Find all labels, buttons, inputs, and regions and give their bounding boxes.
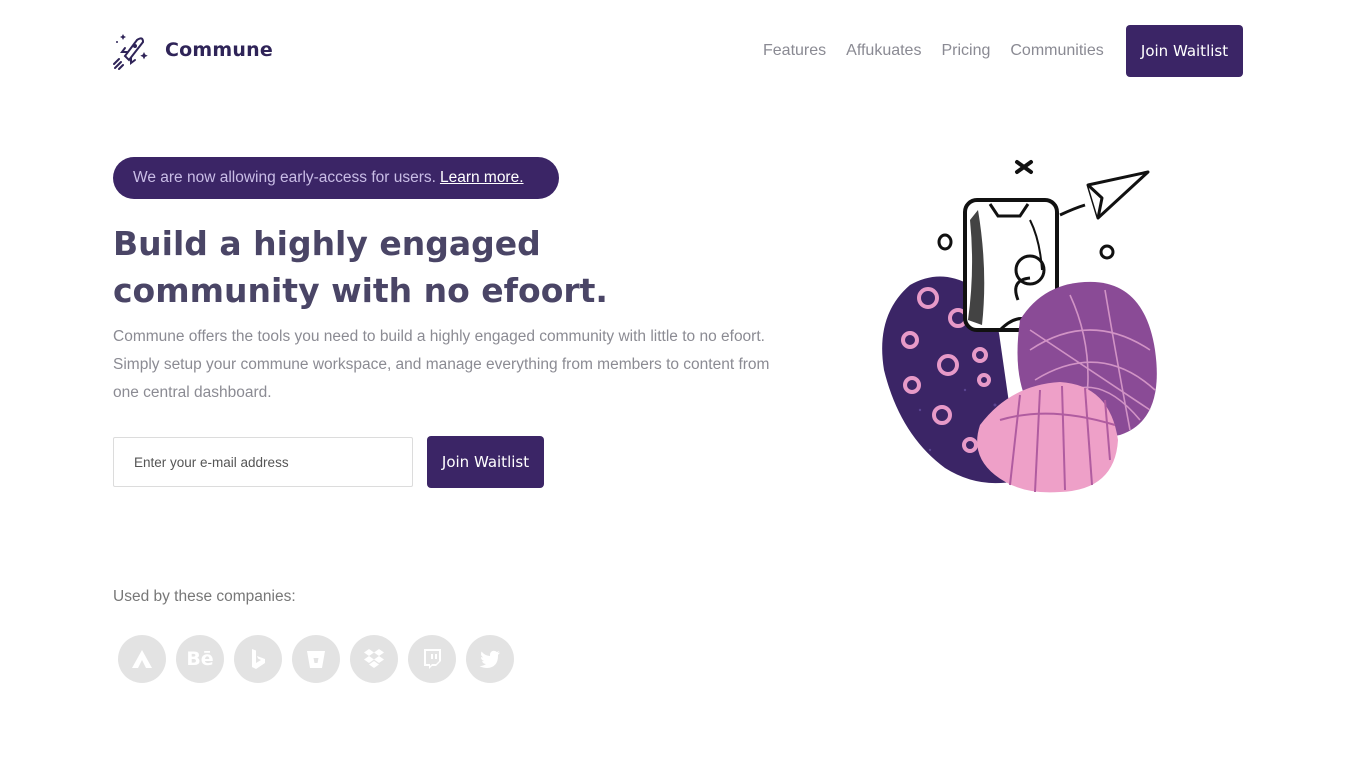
- airtable-icon[interactable]: [118, 635, 166, 683]
- nav-link-affukuates[interactable]: Affukuates: [846, 42, 921, 60]
- hero-description: Commune offers the tools you need to bui…: [113, 328, 770, 401]
- bitbucket-icon[interactable]: [292, 635, 340, 683]
- behance-logo-text: Bē: [186, 648, 214, 670]
- email-input[interactable]: [113, 437, 413, 487]
- learn-more-link[interactable]: Learn more.: [440, 169, 524, 187]
- main-nav: Features Affukuates Pricing Communities …: [763, 25, 1243, 77]
- dropbox-icon[interactable]: [350, 635, 398, 683]
- brand-name: Commune: [165, 39, 273, 61]
- nav-link-communities[interactable]: Communities: [1010, 42, 1103, 60]
- companies-label: Used by these companies:: [113, 588, 296, 605]
- announcement-text: We are now allowing early-access for use…: [133, 169, 436, 186]
- hero-headline: Build a highly engaged community with no…: [113, 224, 608, 310]
- bing-icon[interactable]: [234, 635, 282, 683]
- company-logos: Bē: [118, 635, 524, 683]
- nav-link-pricing[interactable]: Pricing: [941, 42, 990, 60]
- hero-illustration: [882, 160, 1157, 493]
- nav-join-waitlist-button[interactable]: Join Waitlist: [1126, 25, 1243, 77]
- twitter-icon[interactable]: [466, 635, 514, 683]
- nav-link-features[interactable]: Features: [763, 42, 826, 60]
- early-access-banner: We are now allowing early-access for use…: [113, 157, 559, 199]
- rocket-icon: [113, 34, 148, 70]
- twitch-icon[interactable]: [408, 635, 456, 683]
- behance-icon[interactable]: Bē: [176, 635, 224, 683]
- brand-logo[interactable]: Commune: [113, 30, 273, 70]
- hero-join-waitlist-button[interactable]: Join Waitlist: [427, 436, 544, 488]
